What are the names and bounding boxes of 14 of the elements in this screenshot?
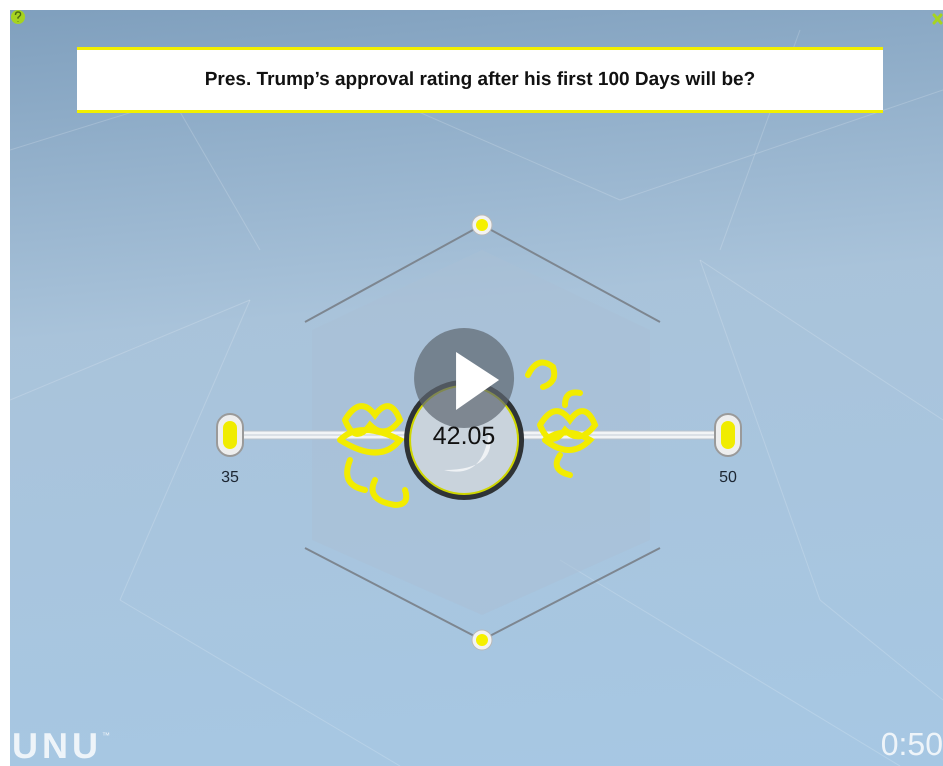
play-button[interactable] [414,328,514,428]
slider-end-handle[interactable] [714,413,742,457]
slider-end-handle[interactable] [216,413,244,457]
trademark-mark: ™ [102,731,110,740]
countdown-timer: 0:50 [880,726,943,763]
value-readout: 42.05 [432,422,496,451]
min-value-label: 35 [221,469,239,487]
help-icon[interactable] [11,10,25,24]
max-value-label: 50 [719,469,737,487]
question-text: Pres. Trump’s approval rating after his first 100 Days will be? [204,69,756,91]
logo-text: UNU [12,725,102,766]
node-handle[interactable] [472,214,492,236]
close-icon[interactable] [932,14,942,24]
node-handle[interactable] [472,630,492,650]
